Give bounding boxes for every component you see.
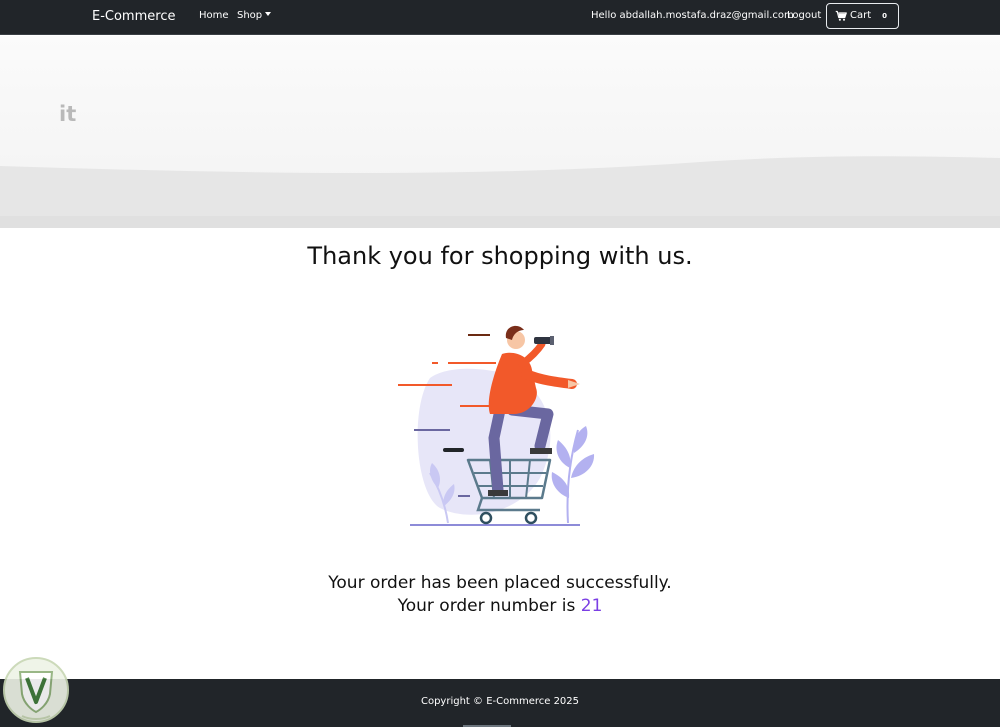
brand-link[interactable]: E-Commerce [92, 9, 175, 24]
nav-home-link[interactable]: Home [199, 10, 229, 21]
order-number-line: Your order number is 21 [0, 596, 1000, 616]
cart-count-badge: 0 [877, 9, 892, 23]
copyright-text: Copyright © E-Commerce 2025 [420, 696, 580, 707]
order-number: 21 [580, 596, 603, 616]
cart-button[interactable]: Cart 0 [826, 3, 899, 29]
thank-you-heading: Thank you for shopping with us. [307, 242, 693, 270]
shopping-cart-illustration [398, 325, 595, 526]
navbar: E-Commerce Home Shop Hello abdallah.most… [0, 0, 1000, 35]
user-greeting: Hello abdallah.mostafa.draz@gmail.com [591, 10, 794, 21]
hero-banner: it [0, 36, 1000, 228]
nav-shop-label: Shop [237, 10, 263, 21]
nav-shop-dropdown[interactable]: Shop [237, 10, 272, 21]
cart-label: Cart [850, 10, 872, 21]
watermark-logo [3, 657, 69, 723]
order-success-message: Your order has been placed successfully. [328, 573, 672, 593]
cart-icon [835, 10, 847, 21]
hero-text: it [59, 102, 77, 126]
order-number-label: Your order number is [397, 596, 576, 616]
footer: Copyright © E-Commerce 2025 [0, 679, 1000, 727]
logout-link[interactable]: Logout [787, 10, 821, 21]
hero-wave [0, 156, 1000, 228]
caret-down-icon [265, 12, 272, 16]
